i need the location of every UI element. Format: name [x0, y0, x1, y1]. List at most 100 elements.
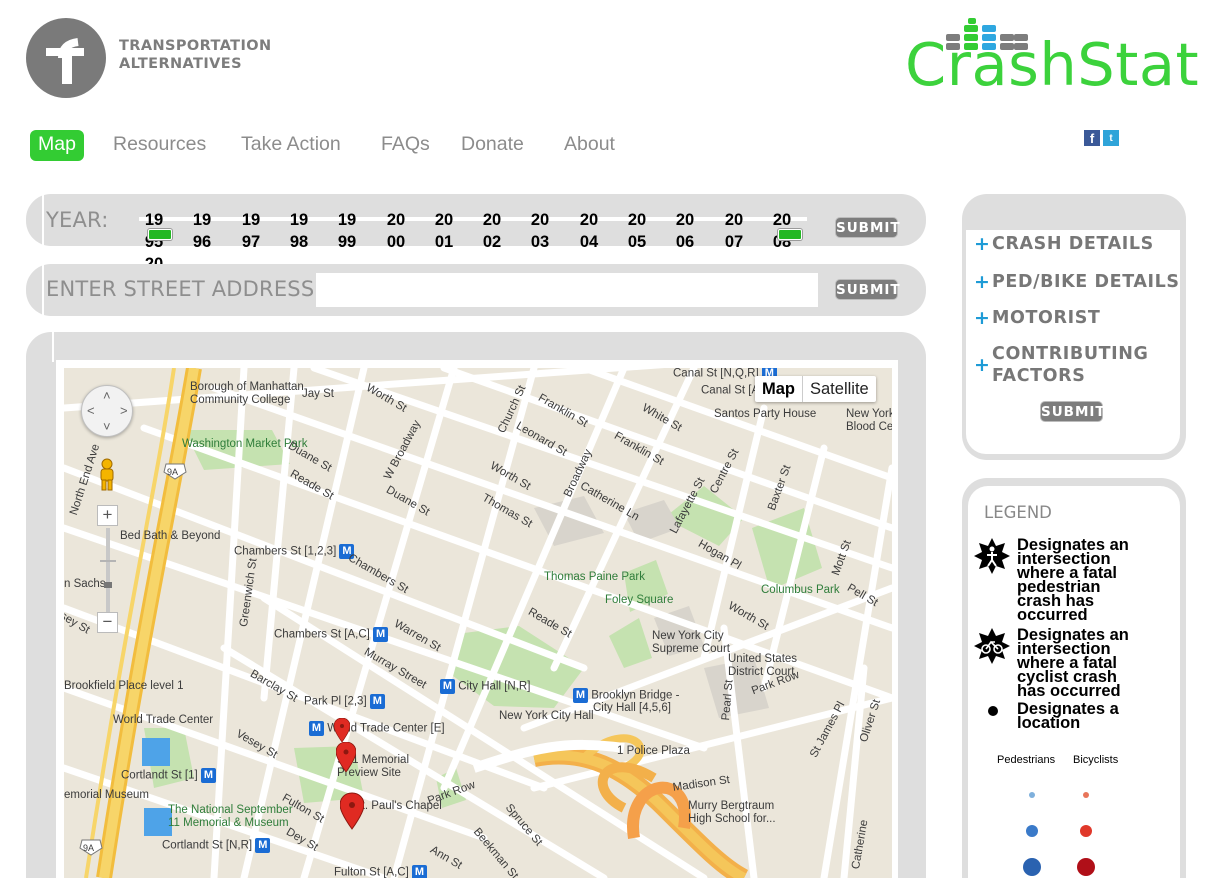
map-label-columbus-park: Columbus Park [761, 584, 840, 596]
map-label-brookfield: Brookfield Place level 1 [64, 680, 184, 692]
route-9a-label: 9A [167, 467, 179, 477]
street-view-pegman-icon[interactable] [96, 458, 118, 492]
address-submit-button[interactable]: SUBMIT [835, 279, 900, 300]
expand-plus-icon: + [974, 307, 991, 329]
year-tick-century[interactable]: 19 [284, 209, 314, 231]
year-tick-century[interactable]: 20 [719, 209, 749, 231]
map-label-chambers-ac[interactable]: Chambers St [A,C] M [274, 627, 389, 642]
filter-label-line1: CONTRIBUTING [992, 344, 1149, 364]
zoom-slider-handle[interactable] [104, 582, 112, 588]
pan-right-icon[interactable]: > [120, 403, 128, 418]
year-tick-century[interactable]: 20 [525, 209, 555, 231]
pan-up-icon[interactable]: ˄ [103, 388, 111, 403]
year-tick-year[interactable]: 06 [670, 231, 700, 253]
map-label-cortlandt-1[interactable]: Cortlandt St [1] M [121, 768, 216, 783]
year-tick-year[interactable]: 00 [381, 231, 411, 253]
year-tick-year[interactable]: 07 [719, 231, 749, 253]
pan-left-icon[interactable]: < [87, 403, 95, 418]
year-tick-century[interactable]: 19 [332, 209, 362, 231]
year-tick-century[interactable]: 19 [187, 209, 217, 231]
year-tick-century[interactable]: 20 [622, 209, 652, 231]
map-label-jay-st: Jay St [302, 388, 334, 400]
crash-location-pin-icon[interactable] [334, 718, 350, 742]
map-label-text: Fulton St [A,C] [334, 866, 409, 878]
map-type-satellite-button[interactable]: Satellite [803, 376, 876, 402]
subway-icon: M [369, 694, 385, 709]
filter-ped-bike-details[interactable]: +PED/BIKE DETAILS [974, 271, 1180, 294]
map-label-chambers-123[interactable]: Chambers St [1,2,3] M [234, 544, 355, 559]
year-slider-start-handle[interactable] [148, 229, 172, 240]
subway-icon: M [411, 865, 427, 878]
filter-label: MOTORIST [992, 308, 1101, 328]
filter-contributing-factors[interactable]: +CONTRIBUTING FACTORS [974, 343, 1149, 387]
nav-map[interactable]: Map [30, 130, 84, 161]
year-tick-year[interactable]: 04 [574, 231, 604, 253]
map-label-fulton-ac[interactable]: Fulton St [A,C] M [334, 865, 427, 878]
year-tick-century[interactable]: 19 [236, 209, 266, 231]
filter-crash-details[interactable]: +CRASH DETAILS [974, 233, 1154, 256]
map-label-park-pl[interactable]: Park Pl [2,3] M [304, 694, 385, 709]
map-label-text: Park Pl [2,3] [304, 695, 367, 708]
year-tick-year[interactable]: 01 [429, 231, 459, 253]
year-tick-year[interactable]: 05 [622, 231, 652, 253]
year-tick-year[interactable]: 03 [525, 231, 555, 253]
subway-icon: M [200, 768, 216, 783]
year-tick-century[interactable]: 20 [574, 209, 604, 231]
year-tick-century[interactable]: 20 [670, 209, 700, 231]
map-label-santos: Santos Party House [714, 408, 817, 420]
legend-line: occurred [1017, 606, 1088, 624]
crash-location-pin-icon[interactable] [336, 742, 356, 772]
legend-column-bicyclists: Bicyclists [1073, 754, 1119, 766]
twitter-icon[interactable]: t [1103, 130, 1119, 146]
zoom-slider-rail[interactable] [106, 528, 110, 612]
filter-label: PED/BIKE DETAILS [992, 272, 1180, 292]
nav-about[interactable]: About [564, 130, 615, 161]
map-label-ny-supreme-1: New York City [652, 630, 724, 642]
filter-motorist[interactable]: +MOTORIST [974, 307, 1100, 330]
location-dot-icon [988, 706, 998, 716]
map-label-borough: Borough of Manhattan [190, 381, 304, 393]
filter-label: CONTRIBUTING FACTORS [992, 343, 1149, 387]
zoom-in-button[interactable]: + [97, 505, 118, 526]
zoom-out-button[interactable]: − [97, 612, 118, 633]
map-label-bed-bath: Bed Bath & Beyond [120, 530, 221, 542]
year-slider-end-handle[interactable] [778, 229, 802, 240]
crash-location-pin-icon[interactable] [340, 792, 364, 830]
year-tick-year[interactable]: 96 [187, 231, 217, 253]
map-label-national-memorial: 11 Memorial & Museum [168, 817, 289, 829]
year-tick-year[interactable]: 97 [236, 231, 266, 253]
pan-down-icon[interactable]: ˅ [103, 419, 111, 434]
nav-take-action[interactable]: Take Action [241, 130, 341, 161]
street-address-input[interactable] [316, 273, 818, 307]
transportation-alternatives-logo-icon[interactable] [26, 18, 106, 98]
year-tick-year[interactable]: 99 [332, 231, 362, 253]
year-submit-button[interactable]: SUBMIT [835, 217, 900, 238]
map-label-cortlandt-nr[interactable]: Cortlandt St [N,R] M [162, 838, 271, 853]
map-label-wtc-e[interactable]: M World Trade Center [E] [309, 721, 445, 736]
nav-faqs[interactable]: FAQs [381, 130, 430, 161]
facebook-icon[interactable]: f [1084, 130, 1100, 146]
map-type-map-button[interactable]: Map [755, 376, 802, 402]
map-label-community-college: Community College [190, 394, 291, 406]
year-tick-year[interactable]: 02 [477, 231, 507, 253]
map-canvas[interactable]: Canal St [N,Q,R] M Canal St [A,E] M Boro… [64, 368, 892, 878]
year-tick-year[interactable]: 98 [284, 231, 314, 253]
nav-donate[interactable]: Donate [461, 130, 524, 161]
org-name[interactable]: TRANSPORTATION ALTERNATIVES [119, 37, 272, 73]
year-tick-century[interactable]: 20 [381, 209, 411, 231]
year-tick-century[interactable]: 19 [139, 209, 169, 231]
subway-icon: M [309, 721, 324, 736]
pedestrian-large-dot-icon [1023, 858, 1041, 876]
map-label-ny-city-hall: New York City Hall [499, 710, 594, 722]
map-label-blood-center: Blood Cen [846, 421, 892, 433]
year-panel-divider [42, 194, 44, 246]
year-tick-century[interactable]: 20 [429, 209, 459, 231]
pan-control[interactable]: ˄ ˅ < > [81, 385, 133, 437]
nav-resources[interactable]: Resources [113, 130, 206, 161]
map-label-city-hall-nr[interactable]: M City Hall [N,R] [440, 679, 530, 694]
app-logo-text[interactable]: CrashStat [905, 32, 1199, 98]
filters-submit-button[interactable]: SUBMIT [1040, 401, 1105, 422]
map-label-brooklyn-bridge[interactable]: M Brooklyn Bridge - [573, 688, 679, 703]
year-tick-century[interactable]: 20 [767, 209, 797, 231]
year-tick-century[interactable]: 20 [477, 209, 507, 231]
